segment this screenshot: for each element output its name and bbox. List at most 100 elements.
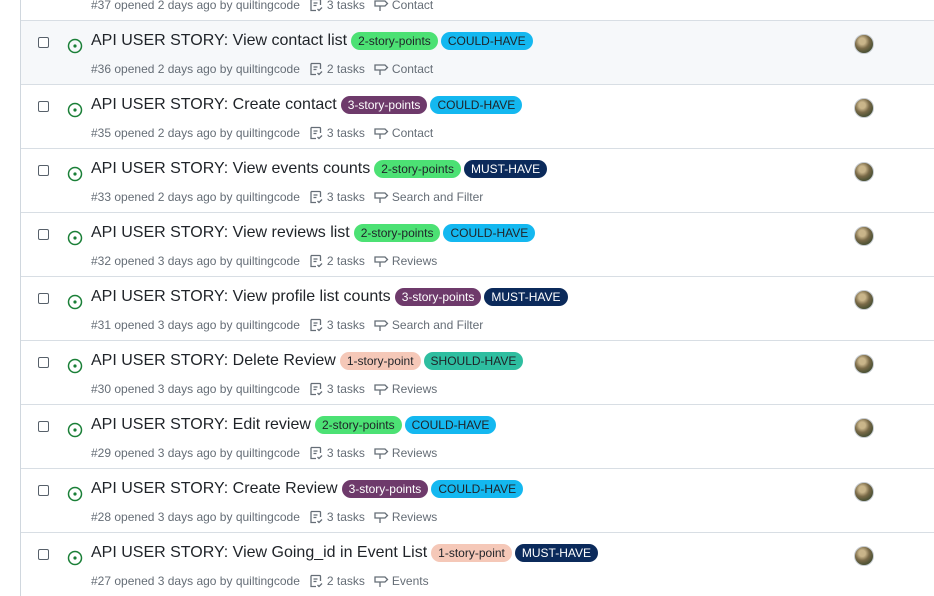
issue-checkbox[interactable] — [38, 485, 49, 496]
issue-row[interactable]: API USER STORY: View Going_id in Event L… — [21, 532, 934, 596]
issue-row[interactable]: API USER STORY: Create Review 3-story-po… — [21, 468, 934, 532]
issue-title-link[interactable]: API USER STORY: View events counts — [91, 160, 370, 178]
open-issue-icon — [67, 102, 83, 118]
assignee-avatar[interactable] — [854, 354, 874, 374]
issue-author-link[interactable]: quiltingcode — [236, 446, 300, 460]
issue-row[interactable]: API USER STORY: View profile list counts… — [21, 276, 934, 340]
issue-row[interactable]: API USER STORY: Edit review 2-story-poin… — [21, 404, 934, 468]
assignee-avatar[interactable] — [854, 290, 874, 310]
issue-labels: 1-story-point SHOULD-HAVE — [339, 352, 526, 370]
issue-opened-text: opened 2 days ago by — [114, 0, 233, 12]
issue-label[interactable]: MUST-HAVE — [484, 288, 568, 306]
issue-row[interactable]: API USER STORY: Create contact 3-story-p… — [21, 84, 934, 148]
issue-milestone-link[interactable]: Contact — [392, 126, 433, 140]
issue-tasks-count[interactable]: 2 tasks — [327, 62, 365, 76]
assignee-avatar[interactable] — [854, 162, 874, 182]
issue-tasks-count[interactable]: 3 tasks — [327, 382, 365, 396]
issue-author-link[interactable]: quiltingcode — [236, 574, 300, 588]
issue-milestone-link[interactable]: Reviews — [392, 254, 437, 268]
issue-label[interactable]: COULD-HAVE — [430, 96, 523, 114]
issue-tasks-count[interactable]: 3 tasks — [327, 190, 365, 204]
assignee-avatar[interactable] — [854, 34, 874, 54]
issue-label[interactable]: 2-story-points — [314, 416, 402, 434]
issue-author-link[interactable]: quiltingcode — [236, 510, 300, 524]
issue-tasks-count[interactable]: 3 tasks — [327, 318, 365, 332]
issue-title-link[interactable]: API USER STORY: Create contact — [91, 96, 337, 114]
issue-label[interactable]: 2-story-points — [353, 224, 441, 242]
issue-checkbox[interactable] — [38, 293, 49, 304]
open-issue-icon — [67, 38, 83, 54]
issue-title-link[interactable]: API USER STORY: Edit review — [91, 416, 311, 434]
issue-row[interactable]: API USER STORY: View reviews list 2-stor… — [21, 212, 934, 276]
issue-author-link[interactable]: quiltingcode — [236, 0, 300, 12]
issue-tasks-count[interactable]: 3 tasks — [327, 126, 365, 140]
issue-title-link[interactable]: API USER STORY: View profile list counts — [91, 288, 391, 306]
open-issue-icon — [67, 358, 83, 374]
issue-checkbox[interactable] — [38, 549, 49, 560]
issue-title-link[interactable]: API USER STORY: View reviews list — [91, 224, 350, 242]
assignee-avatar[interactable] — [854, 226, 874, 246]
issue-number: #32 — [91, 254, 112, 268]
issue-label[interactable]: 1-story-point — [339, 352, 421, 370]
issue-title-link[interactable]: API USER STORY: Create Review — [91, 480, 338, 498]
issue-title-link[interactable]: API USER STORY: View contact list — [91, 32, 347, 50]
open-issue-icon — [67, 550, 83, 566]
issue-milestone-link[interactable]: Contact — [392, 62, 433, 76]
issue-row[interactable]: #37 opened 2 days ago by quiltingcode 3 … — [21, 0, 934, 20]
issue-label[interactable]: 3-story-points — [340, 96, 428, 114]
issue-tasks-count[interactable]: 3 tasks — [327, 0, 365, 12]
issue-title-line: API USER STORY: Edit review 2-story-poin… — [91, 416, 498, 434]
issue-milestone-link[interactable]: Reviews — [392, 446, 437, 460]
issue-author-link[interactable]: quiltingcode — [236, 254, 300, 268]
issue-row[interactable]: API USER STORY: View contact list 2-stor… — [21, 20, 934, 84]
issue-meta: #28 opened 3 days ago by quiltingcode 3 … — [91, 509, 437, 525]
issue-label[interactable]: 3-story-points — [394, 288, 482, 306]
issue-tasks-count[interactable]: 2 tasks — [327, 254, 365, 268]
issue-checkbox[interactable] — [38, 357, 49, 368]
issue-checkbox[interactable] — [38, 101, 49, 112]
issue-tasks-count[interactable]: 2 tasks — [327, 574, 365, 588]
issue-label[interactable]: COULD-HAVE — [440, 32, 533, 50]
issue-label[interactable]: SHOULD-HAVE — [423, 352, 524, 370]
issue-author-link[interactable]: quiltingcode — [236, 190, 300, 204]
issue-milestone-link[interactable]: Search and Filter — [392, 318, 483, 332]
issue-row[interactable]: API USER STORY: Delete Review 1-story-po… — [21, 340, 934, 404]
assignee-avatar[interactable] — [854, 482, 874, 502]
issue-milestone-link[interactable]: Search and Filter — [392, 190, 483, 204]
issue-row[interactable]: API USER STORY: View events counts 2-sto… — [21, 148, 934, 212]
issue-tasks-count[interactable]: 3 tasks — [327, 446, 365, 460]
issue-milestone-link[interactable]: Events — [392, 574, 429, 588]
issue-label[interactable]: 2-story-points — [374, 160, 461, 178]
issue-checkbox[interactable] — [38, 37, 49, 48]
issue-author-link[interactable]: quiltingcode — [236, 382, 300, 396]
issue-author-link[interactable]: quiltingcode — [236, 318, 300, 332]
issue-meta: #27 opened 3 days ago by quiltingcode 2 … — [91, 573, 429, 589]
issue-opened-text: opened 2 days ago by — [114, 190, 233, 204]
issue-checkbox[interactable] — [38, 421, 49, 432]
tasklist-icon — [310, 446, 323, 460]
issue-label[interactable]: 2-story-points — [351, 32, 438, 50]
issue-author-link[interactable]: quiltingcode — [236, 62, 300, 76]
issue-label[interactable]: COULD-HAVE — [443, 224, 536, 242]
issue-label[interactable]: COULD-HAVE — [431, 480, 524, 498]
issue-milestone-link[interactable]: Reviews — [392, 510, 437, 524]
milestone-icon — [374, 320, 389, 331]
issue-milestone-link[interactable]: Contact — [392, 0, 433, 12]
issue-checkbox[interactable] — [38, 165, 49, 176]
issue-title-link[interactable]: API USER STORY: View Going_id in Event L… — [91, 544, 427, 562]
issue-milestone-link[interactable]: Reviews — [392, 382, 437, 396]
assignee-avatar[interactable] — [854, 546, 874, 566]
issue-tasks-count[interactable]: 3 tasks — [327, 510, 365, 524]
issue-label[interactable]: MUST-HAVE — [514, 544, 598, 562]
issue-label[interactable]: 1-story-point — [431, 544, 512, 562]
issue-title-link[interactable]: API USER STORY: Delete Review — [91, 352, 336, 370]
issue-checkbox[interactable] — [38, 229, 49, 240]
issue-label[interactable]: 3-story-points — [341, 480, 429, 498]
issue-label[interactable]: COULD-HAVE — [404, 416, 497, 434]
issue-author-link[interactable]: quiltingcode — [236, 126, 300, 140]
issue-label[interactable]: MUST-HAVE — [463, 160, 548, 178]
assignee-avatar[interactable] — [854, 418, 874, 438]
issue-labels: 1-story-point MUST-HAVE — [430, 544, 600, 562]
issue-labels: 3-story-points COULD-HAVE — [340, 96, 525, 114]
assignee-avatar[interactable] — [854, 98, 874, 118]
